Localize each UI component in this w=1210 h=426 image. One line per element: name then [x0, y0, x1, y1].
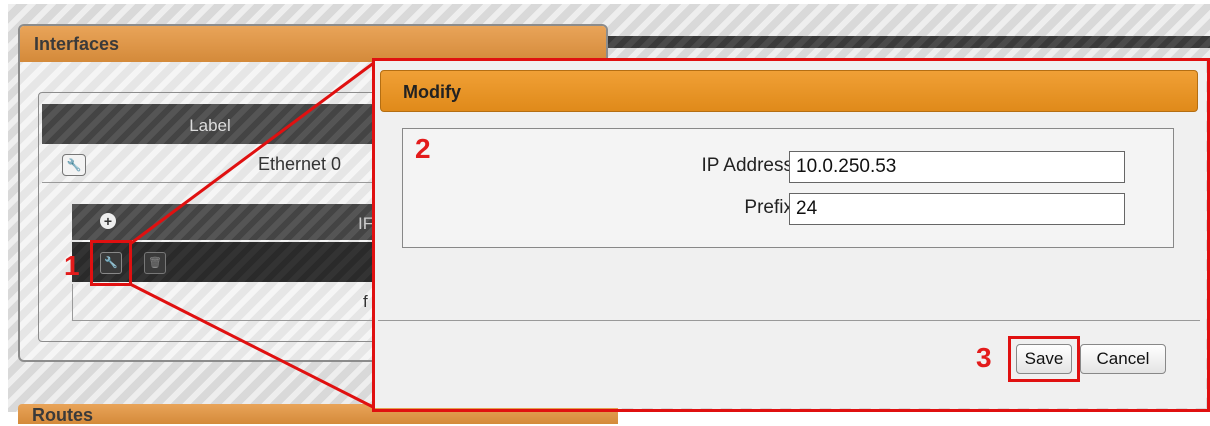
trash-icon[interactable]: 🗑 [144, 252, 166, 274]
interfaces-panel-title: Interfaces [20, 26, 606, 62]
callout-number-1: 1 [64, 250, 80, 281]
edit-highlight-box [90, 240, 132, 286]
background-divider [600, 36, 1210, 48]
interface-row-ethernet0: 🔧 Ethernet 0 [42, 146, 378, 183]
dialog-highlight-frame [372, 58, 1210, 412]
ip-table-header: + IF [72, 204, 378, 240]
ip-column-header: IF [358, 214, 374, 233]
ip-table-footer-row: f [72, 284, 380, 321]
add-ip-icon[interactable]: + [100, 213, 116, 229]
wrench-icon[interactable]: 🔧 [62, 154, 86, 176]
interface-label: Ethernet 0 [258, 154, 342, 174]
footer-partial-text: f [363, 292, 368, 311]
label-column-header: Label [42, 104, 378, 144]
